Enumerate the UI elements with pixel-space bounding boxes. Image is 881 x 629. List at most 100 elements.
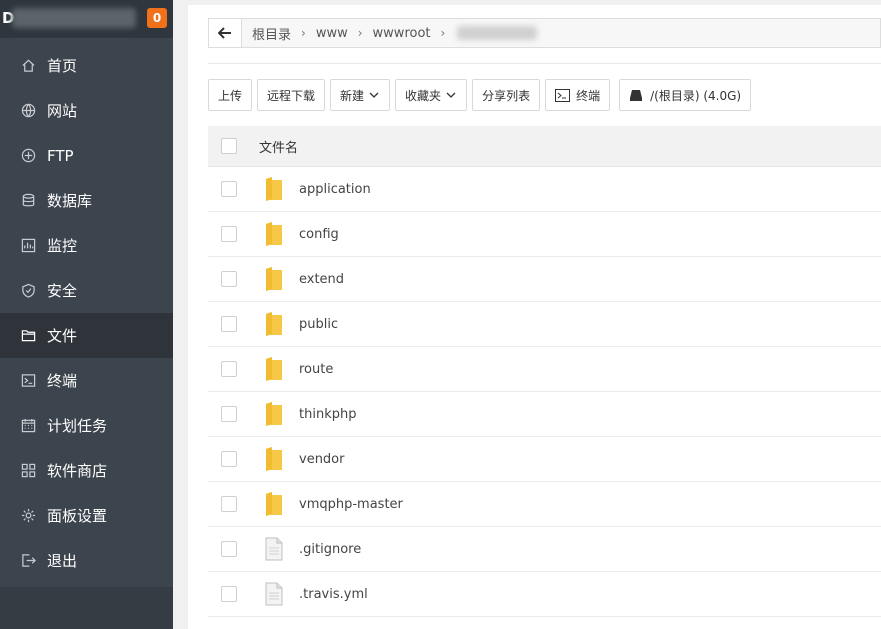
breadcrumb-label: www xyxy=(315,25,348,41)
terminal-icon xyxy=(555,88,571,102)
table-row[interactable]: public xyxy=(208,302,881,347)
row-checkbox[interactable] xyxy=(221,496,237,512)
row-checkbox[interactable] xyxy=(221,361,237,377)
share-list-button[interactable]: 分享列表 xyxy=(472,79,541,111)
sidebar-item-10[interactable]: 面板设置 xyxy=(0,493,173,538)
sidebar-item-6[interactable]: 文件 xyxy=(0,313,173,358)
file-name[interactable]: thinkphp xyxy=(299,407,356,422)
sidebar-menu: 首页网站 FTP 数据库监控安全文件终端计划任务软件商店面板设置退出 xyxy=(0,43,173,583)
sidebar-item-4[interactable]: 监控 xyxy=(0,223,173,268)
sidebar-item-7[interactable]: 终端 xyxy=(0,358,173,403)
favorites-button[interactable]: 收藏夹 xyxy=(395,79,468,111)
sidebar-item-2[interactable]: FTP xyxy=(0,133,173,178)
row-checkbox[interactable] xyxy=(221,541,237,557)
calendar-icon xyxy=(20,418,36,434)
table-row[interactable]: thinkphp xyxy=(208,392,881,437)
terminal-label: 终端 xyxy=(576,88,601,103)
file-icon-wrap xyxy=(263,535,285,563)
file-name[interactable]: vendor xyxy=(299,452,344,467)
sidebar-item-label: 终端 xyxy=(47,372,78,390)
notification-badge[interactable]: 0 xyxy=(147,8,167,28)
table-row[interactable]: application xyxy=(208,167,881,212)
monitor-icon xyxy=(20,238,36,254)
folder-icon-wrap xyxy=(263,310,285,338)
remote-download-button[interactable]: 远程下载 xyxy=(257,79,326,111)
breadcrumb-root[interactable]: 根目录 › xyxy=(252,24,306,43)
sidebar-item-1[interactable]: 网站 xyxy=(0,88,173,133)
table-row[interactable]: config xyxy=(208,212,881,257)
folder-icon xyxy=(266,357,282,381)
sidebar-item-label: 数据库 xyxy=(47,192,93,210)
file-name[interactable]: application xyxy=(299,182,371,197)
sidebar-item-label: 计划任务 xyxy=(47,417,108,435)
table-row[interactable]: vmqphp-master xyxy=(208,482,881,527)
row-checkbox[interactable] xyxy=(221,586,237,602)
folder-icon xyxy=(20,328,36,344)
file-icon xyxy=(265,582,283,606)
disk-icon xyxy=(630,89,643,101)
folder-icon-wrap xyxy=(263,175,285,203)
back-button[interactable] xyxy=(209,19,242,47)
gear-icon xyxy=(20,508,36,524)
sidebar-item-3[interactable]: 数据库 xyxy=(0,178,173,223)
row-checkbox[interactable] xyxy=(221,271,237,287)
sidebar: D 0 首页 网站 FTP 数据库 监控 安全 文件 终端 计划任务 软件商店 面板设置 退出 xyxy=(0,0,173,629)
terminal-button[interactable]: 终端 xyxy=(545,79,611,111)
table-row[interactable]: .travis.yml xyxy=(208,572,881,617)
sidebar-item-0[interactable]: 首页 xyxy=(0,43,173,88)
row-checkbox[interactable] xyxy=(221,181,237,197)
table-row[interactable]: route xyxy=(208,347,881,392)
sidebar-item-label: 监控 xyxy=(47,237,78,255)
table-row[interactable]: extend xyxy=(208,257,881,302)
apps-icon xyxy=(20,463,36,479)
sidebar-item-8[interactable]: 计划任务 xyxy=(0,403,173,448)
breadcrumb-wwwroot[interactable]: wwwroot › xyxy=(373,26,446,41)
sidebar-item-label: 安全 xyxy=(47,282,78,300)
file-name[interactable]: .gitignore xyxy=(299,542,361,557)
arrow-left-icon xyxy=(218,27,231,39)
breadcrumb-www[interactable]: www › xyxy=(316,26,363,41)
database-icon xyxy=(20,193,36,209)
sidebar-item-5[interactable]: 安全 xyxy=(0,268,173,313)
folder-icon xyxy=(266,267,282,291)
new-label: 新建 xyxy=(340,88,365,103)
table-row[interactable]: vendor xyxy=(208,437,881,482)
favorites-label: 收藏夹 xyxy=(405,88,442,103)
disk-button[interactable]: /(根目录) (4.0G) xyxy=(619,79,752,111)
home-icon xyxy=(20,58,36,74)
upload-button[interactable]: 上传 xyxy=(208,79,253,111)
file-icon xyxy=(265,537,283,561)
select-all-checkbox[interactable] xyxy=(221,138,237,154)
table-row[interactable]: .gitignore xyxy=(208,527,881,572)
table-header: 文件名 xyxy=(208,126,881,167)
folder-icon xyxy=(266,312,282,336)
file-name[interactable]: .travis.yml xyxy=(299,587,368,602)
sidebar-item-11[interactable]: 退出 xyxy=(0,538,173,583)
file-name[interactable]: vmqphp-master xyxy=(299,497,403,512)
toolbar: 上传 远程下载 新建 收藏夹 分享列表 终端 /(根目录) (4.0G) xyxy=(208,79,756,111)
disk-label: /(根目录) (4.0G) xyxy=(650,88,742,103)
row-checkbox[interactable] xyxy=(221,226,237,242)
file-icon-wrap xyxy=(263,580,285,608)
folder-icon xyxy=(266,447,282,471)
row-checkbox[interactable] xyxy=(221,316,237,332)
column-header-filename[interactable]: 文件名 xyxy=(259,137,298,156)
sidebar-item-9[interactable]: 软件商店 xyxy=(0,448,173,493)
sidebar-item-label: FTP xyxy=(47,146,74,165)
row-checkbox[interactable] xyxy=(221,451,237,467)
sidebar-item-label: 网站 xyxy=(47,102,78,120)
folder-icon-wrap xyxy=(263,355,285,383)
folder-icon-wrap xyxy=(263,490,285,518)
sidebar-item-label: 面板设置 xyxy=(47,507,108,525)
chevron-down-icon xyxy=(369,92,379,98)
file-name[interactable]: extend xyxy=(299,272,344,287)
file-manager-panel: 根目录 › www › wwwroot › 上传 远程下载 新建 收藏夹 分享列表 终… xyxy=(188,5,881,629)
table-body: application config extend public route thinkp… xyxy=(208,167,881,617)
file-name[interactable]: public xyxy=(299,317,338,332)
new-button[interactable]: 新建 xyxy=(330,79,391,111)
file-name[interactable]: route xyxy=(299,362,333,377)
row-checkbox[interactable] xyxy=(221,406,237,422)
folder-icon xyxy=(266,402,282,426)
file-name[interactable]: config xyxy=(299,227,339,242)
shield-icon xyxy=(20,283,36,299)
